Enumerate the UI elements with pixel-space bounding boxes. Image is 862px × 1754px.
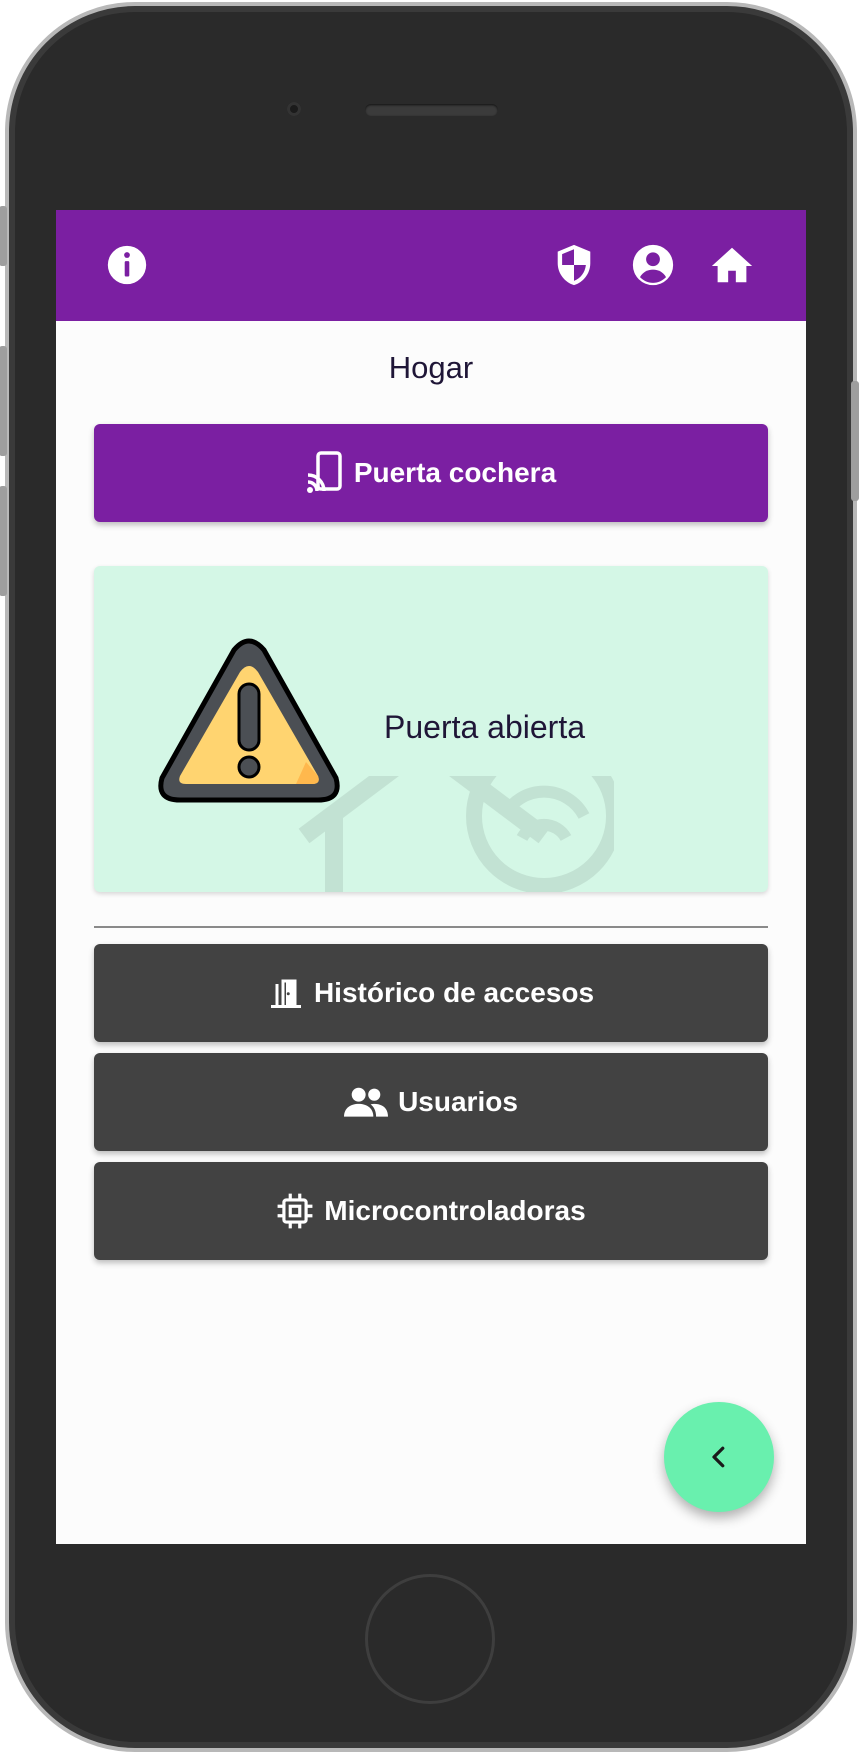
volume-up-button <box>0 346 7 456</box>
historico-accesos-button[interactable]: Histórico de accesos <box>94 944 768 1042</box>
people-icon <box>344 1087 389 1117</box>
warning-icon <box>158 638 340 803</box>
microcontroladoras-button[interactable]: Microcontroladoras <box>94 1162 768 1260</box>
page-title: Hogar <box>388 350 474 385</box>
usuarios-button[interactable]: Usuarios <box>94 1053 768 1151</box>
door-status-text: Puerta abierta <box>384 709 586 745</box>
account-circle-icon[interactable] <box>630 242 676 288</box>
info-icon[interactable] <box>104 242 150 288</box>
power-button <box>851 381 859 501</box>
earpiece-speaker <box>365 104 498 116</box>
historico-accesos-label: Histórico de accesos <box>313 977 595 1008</box>
mute-switch <box>0 206 7 266</box>
app-screen: Hogar Puerta cochera Puerta abierta Hist… <box>56 210 806 1544</box>
smart-home-watermark-icon <box>298 776 614 892</box>
volume-down-button <box>0 486 7 596</box>
door-status-card: Puerta abierta <box>94 566 768 892</box>
cast-phone-icon <box>306 451 342 493</box>
front-camera <box>287 102 301 116</box>
chip-icon <box>277 1193 313 1229</box>
home-icon[interactable] <box>709 242 755 288</box>
microcontroladoras-label: Microcontroladoras <box>324 1195 586 1226</box>
usuarios-label: Usuarios <box>398 1086 518 1117</box>
puerta-cochera-label: Puerta cochera <box>353 457 557 488</box>
door-icon <box>270 979 301 1008</box>
hardware-home-button[interactable] <box>365 1574 495 1704</box>
back-fab-button[interactable] <box>664 1402 774 1512</box>
chevron-left-icon <box>712 1446 725 1468</box>
puerta-cochera-button[interactable]: Puerta cochera <box>94 424 768 522</box>
app-header <box>56 210 806 321</box>
section-divider <box>94 926 768 928</box>
shield-icon[interactable] <box>551 242 597 288</box>
